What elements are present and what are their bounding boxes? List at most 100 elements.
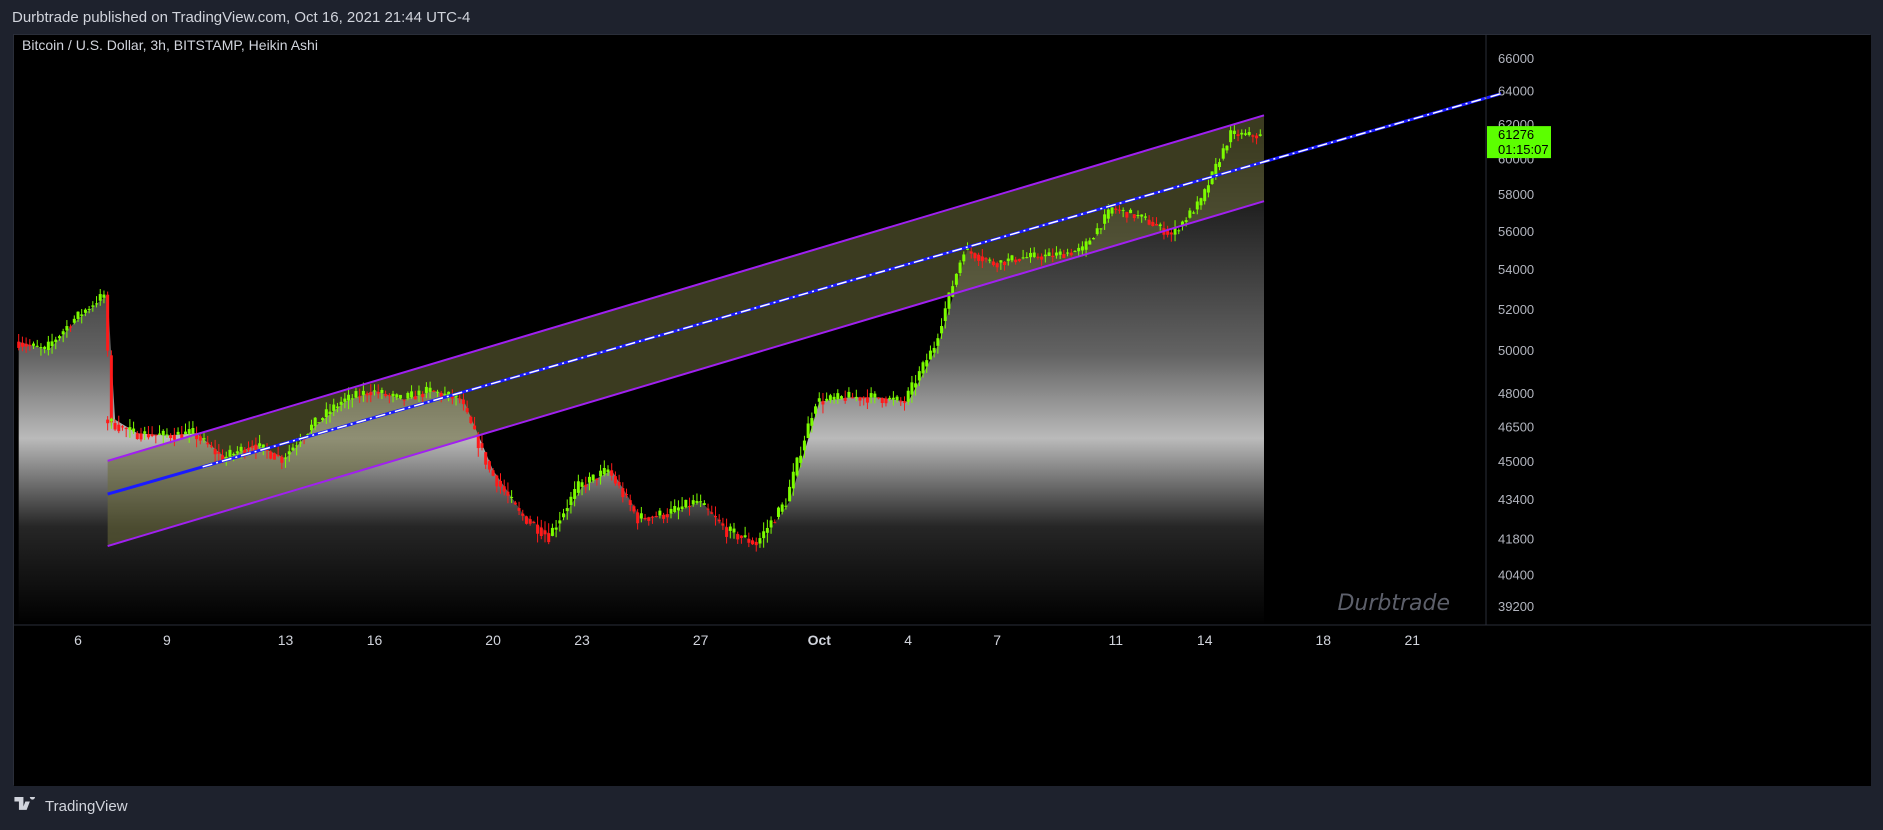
candle-body xyxy=(287,451,291,455)
candle-body xyxy=(595,478,599,481)
candle-body xyxy=(680,506,684,509)
candle-body xyxy=(788,486,792,502)
candle-body xyxy=(650,516,654,518)
candle-body xyxy=(1143,216,1147,218)
candle-body xyxy=(313,417,317,427)
candle-body xyxy=(524,516,528,524)
tradingview-brand: TradingView xyxy=(45,797,128,815)
time-tick-label: 16 xyxy=(367,632,383,648)
time-tick-label: 6 xyxy=(74,632,82,648)
candle-body xyxy=(113,422,117,430)
candle-body xyxy=(250,446,254,448)
price-tick-label: 46500 xyxy=(1498,419,1534,434)
candle-body xyxy=(943,308,947,321)
candle-body xyxy=(428,387,432,392)
candle-body xyxy=(458,398,462,400)
candle-body xyxy=(369,392,373,396)
candle-body xyxy=(1121,209,1125,211)
candle-body xyxy=(513,502,517,505)
candle-body xyxy=(1225,145,1229,151)
candle-body xyxy=(658,510,662,516)
candle-body xyxy=(940,325,944,334)
time-tick-label: 27 xyxy=(693,632,709,648)
candle-body xyxy=(358,396,362,398)
candle-body xyxy=(484,452,488,465)
candle-body xyxy=(339,401,343,405)
candle-body xyxy=(1117,209,1121,211)
candle-body xyxy=(387,395,391,397)
candle-body xyxy=(984,258,988,260)
candle-body xyxy=(758,538,762,544)
candle-body xyxy=(284,457,288,459)
price-tick-label: 48000 xyxy=(1498,386,1534,401)
candle-body xyxy=(1236,134,1240,136)
candle-body xyxy=(124,428,128,430)
candle-body xyxy=(1195,201,1199,210)
candle-body xyxy=(213,448,217,455)
candle-body xyxy=(902,401,906,403)
candle-body xyxy=(865,397,869,403)
candle-body xyxy=(146,434,150,438)
candle-body xyxy=(1040,256,1044,260)
candle-body xyxy=(43,346,47,349)
candle-body xyxy=(847,391,851,398)
candle-body xyxy=(858,397,862,401)
candle-body xyxy=(1199,198,1203,206)
candle-body xyxy=(639,513,643,519)
candle-body xyxy=(891,397,895,400)
candle-body xyxy=(461,399,465,405)
candle-body xyxy=(106,419,110,424)
candle-body xyxy=(1043,254,1047,257)
candle-body xyxy=(751,540,755,545)
candle-body xyxy=(61,331,65,335)
candle-body xyxy=(1177,230,1181,232)
candle-body xyxy=(543,530,547,535)
candle-body xyxy=(1232,130,1236,134)
price-chart[interactable]: 6600064000620006000058000560005400052000… xyxy=(14,35,1871,786)
candle-body xyxy=(1114,208,1118,210)
candle-body xyxy=(921,362,925,374)
candle-body xyxy=(421,394,425,398)
candle-body xyxy=(246,448,250,450)
candle-body xyxy=(473,425,477,430)
candle-body xyxy=(647,517,651,521)
price-tick-label: 43400 xyxy=(1498,492,1534,507)
candle-body xyxy=(1218,162,1222,168)
candle-body xyxy=(150,434,154,437)
candle-body xyxy=(309,424,313,431)
candle-body xyxy=(57,336,61,339)
candle-body xyxy=(1014,259,1018,263)
candle-body xyxy=(32,343,36,346)
candle-body xyxy=(880,397,884,403)
candle-body xyxy=(1247,132,1251,136)
candle-body xyxy=(602,468,606,475)
candle-body xyxy=(50,341,54,347)
candle-body xyxy=(725,527,729,537)
candle-body xyxy=(717,519,721,522)
candle-body xyxy=(988,259,992,261)
candle-body xyxy=(1147,219,1151,225)
candle-body xyxy=(532,521,536,523)
candle-body xyxy=(895,396,899,401)
candle-body xyxy=(773,522,777,524)
candle-body xyxy=(187,429,191,434)
candle-body xyxy=(1125,211,1129,218)
candle-body xyxy=(39,347,43,349)
time-tick-label: 7 xyxy=(993,632,1001,648)
candle-body xyxy=(1092,238,1096,240)
time-tick-label: 13 xyxy=(278,632,294,648)
candle-body xyxy=(83,309,87,313)
candle-body xyxy=(324,409,328,418)
candle-body xyxy=(272,453,276,460)
candle-body xyxy=(613,476,617,484)
time-tick-label: 21 xyxy=(1404,632,1420,648)
candle-body xyxy=(836,393,840,400)
candle-body xyxy=(128,427,132,430)
candle-body xyxy=(1258,134,1262,136)
candle-body xyxy=(1032,252,1036,257)
chart-area[interactable]: 66000 64000 62000 60000 58000 56000 54000 52000… xyxy=(13,34,1871,786)
candle-body xyxy=(413,396,417,400)
candle-body xyxy=(80,314,84,316)
candle-body xyxy=(980,256,984,262)
candle-body xyxy=(765,527,769,533)
